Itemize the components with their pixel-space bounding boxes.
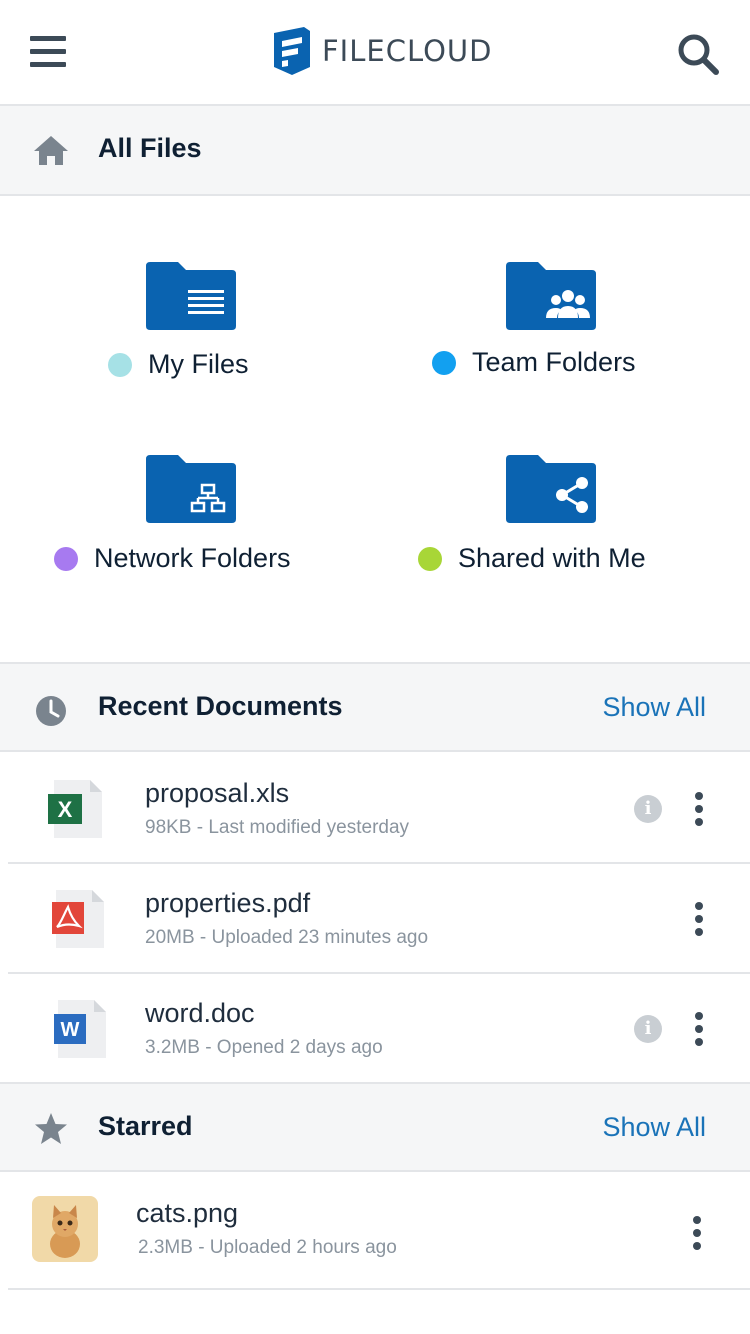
logo-text: FILECLOUD: [322, 34, 493, 68]
info-icon[interactable]: i: [634, 1015, 662, 1043]
color-dot: [418, 546, 442, 571]
color-dot: [432, 350, 456, 375]
all-files-header[interactable]: All Files: [0, 106, 750, 196]
tile-team-folders[interactable]: Team Folders: [375, 196, 750, 426]
word-file-icon: W: [54, 1000, 106, 1058]
more-options-icon[interactable]: [686, 1216, 708, 1252]
clock-icon: [36, 696, 66, 726]
file-meta: 98KB - Last modified yesterday: [145, 817, 410, 838]
tile-network-folders[interactable]: Network Folders: [0, 426, 375, 662]
filecloud-logo: FILECLOUD: [274, 26, 492, 76]
tile-label-text: My Files: [148, 349, 249, 379]
list-item[interactable]: properties.pdf 20MB - Uploaded 23 minute…: [8, 864, 750, 974]
tile-shared-with-me[interactable]: Shared with Me: [375, 426, 750, 662]
tile-label-text: Network Folders: [94, 543, 291, 573]
file-list-folder-icon: [146, 262, 236, 330]
section-title: All Files: [98, 133, 202, 163]
tile-label-text: Team Folders: [472, 347, 636, 377]
star-icon: [35, 1113, 67, 1144]
svg-text:X: X: [58, 797, 73, 822]
team-folder-icon: [506, 262, 596, 330]
color-dot: [108, 352, 132, 377]
more-options-icon[interactable]: [688, 1012, 710, 1048]
file-meta: 3.2MB - Opened 2 days ago: [145, 1037, 383, 1058]
section-title: Recent Documents: [98, 691, 343, 721]
file-name: cats.png: [136, 1198, 239, 1228]
tile-label: My Files: [108, 349, 249, 380]
info-icon[interactable]: i: [634, 795, 662, 823]
shared-folder-icon: [506, 455, 596, 523]
starred-header: Starred Show All: [0, 1082, 750, 1172]
list-item[interactable]: X proposal.xls 98KB - Last modified yest…: [8, 754, 750, 864]
search-icon[interactable]: [676, 32, 720, 76]
svg-text:W: W: [61, 1019, 80, 1041]
more-options-icon[interactable]: [688, 792, 710, 828]
tile-label: Network Folders: [54, 543, 291, 574]
more-options-icon[interactable]: [688, 902, 710, 938]
tile-my-files[interactable]: My Files: [0, 196, 375, 426]
network-folder-icon: [146, 455, 236, 523]
list-item[interactable]: cats.png 2.3MB - Uploaded 2 hours ago: [8, 1174, 750, 1290]
top-app-bar: FILECLOUD: [0, 0, 750, 106]
pdf-file-icon: [52, 890, 104, 948]
file-name: proposal.xls: [145, 778, 290, 808]
show-all-starred-link[interactable]: Show All: [602, 1112, 706, 1143]
list-item[interactable]: W word.doc 3.2MB - Opened 2 days ago i: [8, 974, 750, 1084]
show-all-recent-link[interactable]: Show All: [602, 692, 706, 723]
home-icon: [34, 136, 68, 165]
filecloud-logo-icon: [274, 27, 310, 75]
section-title: Starred: [98, 1111, 193, 1141]
excel-file-icon: X: [48, 780, 102, 838]
file-meta: 20MB - Uploaded 23 minutes ago: [145, 927, 429, 948]
file-name: properties.pdf: [145, 888, 311, 918]
file-name: word.doc: [145, 998, 255, 1028]
image-thumbnail: [32, 1196, 98, 1262]
file-meta: 2.3MB - Uploaded 2 hours ago: [138, 1237, 397, 1258]
recent-documents-header: Recent Documents Show All: [0, 662, 750, 752]
tile-label: Shared with Me: [418, 543, 646, 574]
tile-label: Team Folders: [432, 347, 636, 378]
menu-icon[interactable]: [30, 36, 66, 68]
color-dot: [54, 546, 78, 571]
tile-label-text: Shared with Me: [458, 543, 646, 573]
